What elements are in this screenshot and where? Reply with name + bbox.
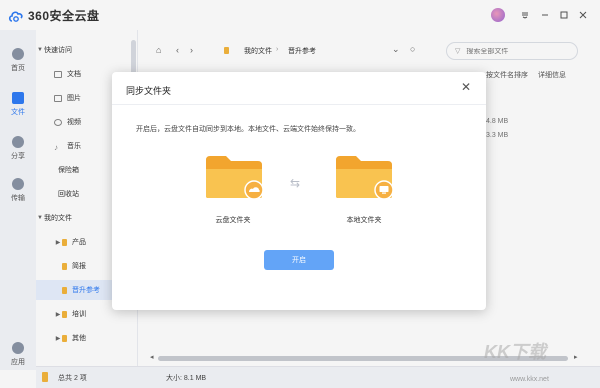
enable-sync-button[interactable]: 开启	[264, 250, 334, 270]
watermark-url: www.kkx.net	[510, 376, 549, 383]
sync-folder-dialog: 同步文件夹 ✕ 开启后，云盘文件自动同步到本地。本地文件、云端文件始终保持一致。…	[112, 72, 486, 310]
dialog-title: 同步文件夹	[126, 86, 172, 96]
divider	[112, 104, 486, 105]
cloud-folder-label: 云盘文件夹	[215, 217, 251, 224]
watermark-logo: KK下载	[484, 342, 546, 362]
cloud-folder-icon	[206, 156, 264, 200]
local-folder-label: 本地文件夹	[346, 217, 382, 224]
local-folder-icon	[336, 156, 394, 200]
close-icon[interactable]: ✕	[459, 80, 473, 94]
sync-arrows-icon: ⇆	[290, 176, 301, 190]
modal-overlay: 同步文件夹 ✕ 开启后，云盘文件自动同步到本地。本地文件、云端文件始终保持一致。…	[0, 0, 600, 388]
dialog-description: 开启后，云盘文件自动同步到本地。本地文件、云端文件始终保持一致。	[136, 126, 360, 133]
